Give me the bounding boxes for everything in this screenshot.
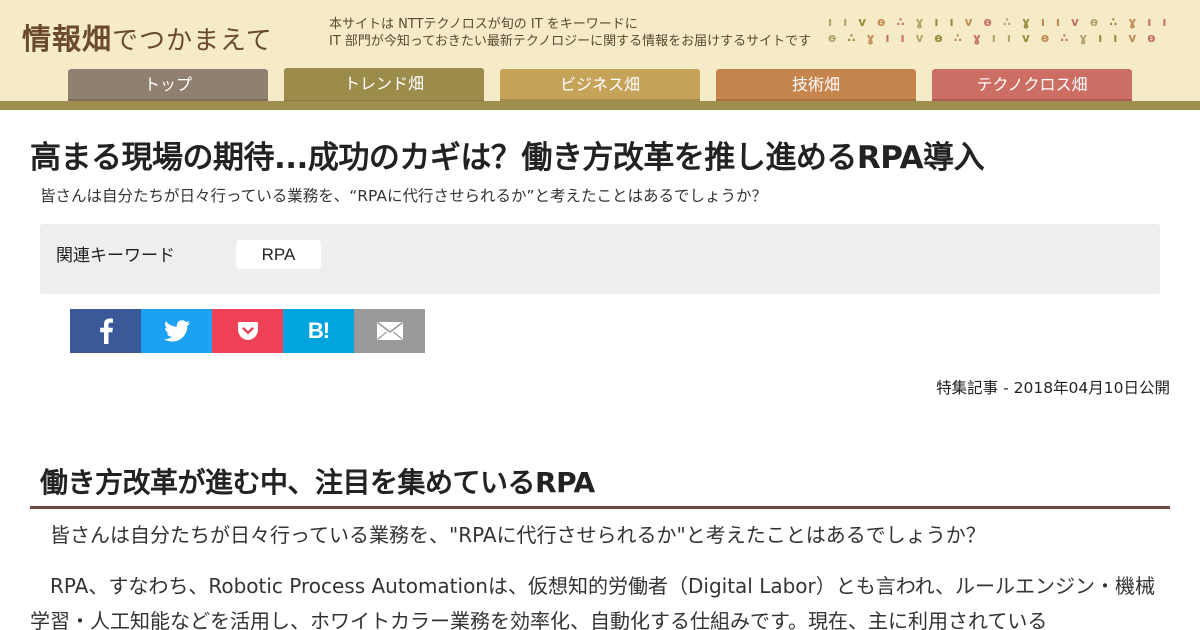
mail-share-button[interactable] xyxy=(354,309,425,353)
hatena-bookmark-share-button[interactable]: B! xyxy=(283,309,354,353)
header-divider-bar xyxy=(0,101,1200,110)
related-keywords-label: 関連キーワード xyxy=(56,246,175,266)
pattern-row: ɵ∴ɣııvɵ∴ɣııvɵ∴ɣııvɵ xyxy=(828,31,1167,45)
section-heading-rule xyxy=(30,506,1170,509)
decorative-sprout-pattern: ııvɵ∴ɣııvɵ∴ɣııvɵ∴ɣıı ɵ∴ɣııvɵ∴ɣııvɵ∴ɣııvɵ xyxy=(828,14,1200,50)
nav-tab-technocross[interactable]: テクノクロス畑 xyxy=(932,69,1132,101)
keyword-chip-rpa[interactable]: RPA xyxy=(236,240,321,269)
article-lead: 皆さんは自分たちが日々行っている業務を、“RPAに代行させられるか”と考えたこと… xyxy=(40,187,768,205)
pocket-share-button[interactable] xyxy=(212,309,283,353)
site-header: 情報畑でつかまえて 本サイトは NTTテクノロスが旬の IT をキーワードに I… xyxy=(0,0,1200,110)
logo-sub-text: でつかまえて xyxy=(112,26,273,56)
publish-date: 特集記事 - 2018年04月10日公開 xyxy=(936,379,1170,397)
hatena-bookmark-icon: B! xyxy=(307,318,330,343)
article-paragraph-1: 皆さんは自分たちが日々行っている業務を、"RPAに代行させられるか"と考えたこと… xyxy=(30,523,986,547)
nav-tab-trend[interactable]: トレンド畑 xyxy=(284,68,484,102)
section-heading: 働き方改革が進む中、注目を集めているRPA xyxy=(40,466,595,499)
logo-main-text: 情報畑 xyxy=(22,22,113,56)
facebook-share-button[interactable] xyxy=(70,309,141,353)
facebook-icon xyxy=(99,318,113,344)
nav-tab-tech[interactable]: 技術畑 xyxy=(716,69,916,101)
nav-tab-business[interactable]: ビジネス畑 xyxy=(500,69,700,101)
tagline-line-1: 本サイトは NTTテクノロスが旬の IT をキーワードに xyxy=(329,17,638,32)
related-keywords-box: 関連キーワード RPA xyxy=(40,224,1160,294)
mail-icon xyxy=(376,321,403,340)
pocket-icon xyxy=(237,322,258,340)
twitter-icon xyxy=(163,320,190,342)
article-paragraph-2: RPA、すなわち、Robotic Process Automationは、仮想知… xyxy=(30,574,1155,630)
tagline-line-2: IT 部門が今知っておきたい最新テクノロジーに関する情報をお届けするサイトです xyxy=(329,34,812,49)
site-tagline: 本サイトは NTTテクノロスが旬の IT をキーワードに IT 部門が今知ってお… xyxy=(329,16,811,50)
site-logo[interactable]: 情報畑でつかまえて xyxy=(22,16,273,56)
article-title: 高まる現場の期待...成功のカギは？働き方改革を推し進めるRPA導入 xyxy=(30,140,985,176)
pattern-row: ııvɵ∴ɣııvɵ∴ɣııvɵ∴ɣıı xyxy=(828,15,1178,29)
twitter-share-button[interactable] xyxy=(141,309,212,353)
nav-tab-top[interactable]: トップ xyxy=(68,69,268,101)
main-nav: トップ トレンド畑 ビジネス畑 技術畑 テクノクロス畑 xyxy=(0,68,1200,102)
